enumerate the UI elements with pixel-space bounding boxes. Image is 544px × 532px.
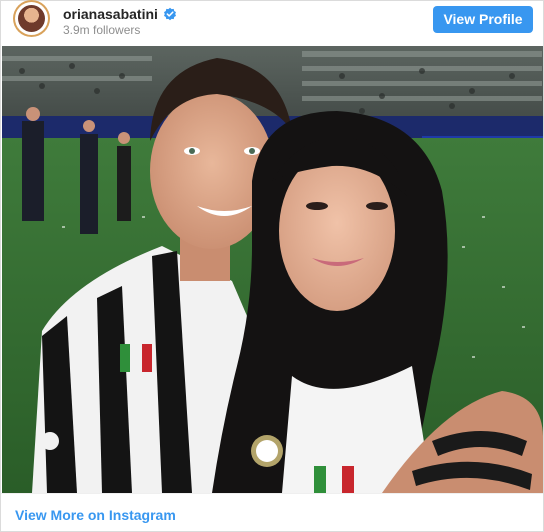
instagram-embed-card: orianasabatini 3.9m followers View Profi… xyxy=(0,0,544,532)
post-header: orianasabatini 3.9m followers View Profi… xyxy=(1,1,543,46)
username-row: orianasabatini xyxy=(63,5,177,23)
verified-badge-icon xyxy=(163,7,177,21)
view-profile-button[interactable]: View Profile xyxy=(433,6,533,33)
followers-count: 3.9m followers xyxy=(63,23,141,37)
avatar-image xyxy=(18,5,45,32)
post-image[interactable] xyxy=(2,46,543,493)
profile-avatar[interactable] xyxy=(15,2,48,35)
username-link[interactable]: orianasabatini xyxy=(63,5,158,23)
view-more-link[interactable]: View More on Instagram xyxy=(15,506,176,524)
footer-divider xyxy=(1,493,543,494)
